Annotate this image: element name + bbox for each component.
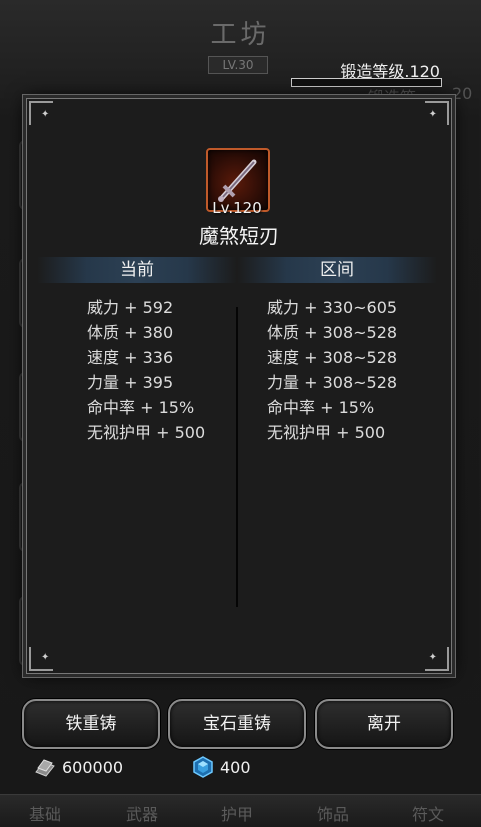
range-stat: 命中率 + 15% <box>267 398 375 417</box>
gem-amount: 400 <box>220 758 251 777</box>
range-stat: 体质 + 308~528 <box>267 323 398 342</box>
current-stats-list: 威力 + 592 体质 + 380 速度 + 336 力量 + 395 命中率 … <box>87 295 205 445</box>
gem-reforge-button[interactable]: 宝石重铸 <box>168 699 306 749</box>
tab-armor[interactable]: 护甲 <box>207 801 267 825</box>
current-stat: 体质 + 380 <box>87 323 174 342</box>
current-stat: 命中率 + 15% <box>87 398 195 417</box>
range-stat: 无视护甲 + 500 <box>267 423 386 442</box>
tab-basic[interactable]: 基础 <box>15 801 75 825</box>
iron-reforge-button[interactable]: 铁重铸 <box>22 699 160 749</box>
column-divider <box>236 307 238 607</box>
workshop-title: 工坊 <box>210 20 271 50</box>
current-stat: 力量 + 395 <box>87 373 174 392</box>
range-stat: 威力 + 330~605 <box>267 298 398 317</box>
item-name: 魔煞短刃 <box>199 224 279 248</box>
iron-ingot-icon <box>35 759 55 777</box>
tab-rune[interactable]: 符文 <box>398 801 458 825</box>
current-stat: 速度 + 336 <box>87 348 174 367</box>
iron-amount: 600000 <box>62 758 124 777</box>
blue-gem-icon <box>193 756 213 778</box>
sparkle-icon: ✦ <box>428 652 437 663</box>
current-stat: 威力 + 592 <box>87 298 174 317</box>
bottom-tab-bar: 基础 武器 护甲 饰品 符文 <box>0 794 481 827</box>
item-level: Lv.120 <box>212 199 262 217</box>
current-column-header: 当前 <box>37 257 237 283</box>
reforge-dialog: ✦ ✦ ✦ ✦ Lv.120 魔煞短刃 当前 区间 威力 + 592 体质 + … <box>26 98 452 674</box>
range-stats-list: 威力 + 330~605 体质 + 308~528 速度 + 308~528 力… <box>267 295 397 445</box>
background-forge-value: 20 <box>452 84 473 103</box>
tab-accessory[interactable]: 饰品 <box>303 801 363 825</box>
range-stat: 力量 + 308~528 <box>267 373 398 392</box>
workshop-level-badge: LV.30 <box>208 56 268 74</box>
range-stat: 速度 + 308~528 <box>267 348 398 367</box>
range-column-header: 区间 <box>237 257 437 283</box>
sparkle-icon: ✦ <box>41 652 50 663</box>
tab-weapon[interactable]: 武器 <box>112 801 172 825</box>
sparkle-icon: ✦ <box>428 109 437 120</box>
forge-level-bar <box>291 78 442 87</box>
sparkle-icon: ✦ <box>41 109 50 120</box>
current-stat: 无视护甲 + 500 <box>87 423 206 442</box>
leave-button[interactable]: 离开 <box>315 699 453 749</box>
